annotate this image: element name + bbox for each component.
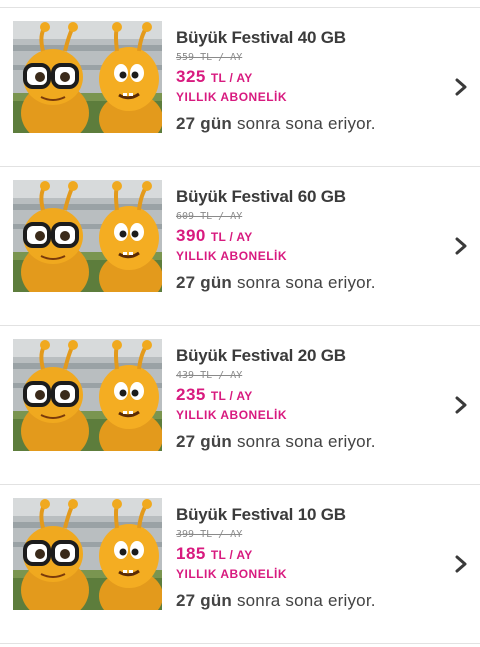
price: 185 [176, 544, 206, 563]
package-info: Büyük Festival 10 GB 399 TL / AY 185 TL /… [176, 505, 446, 611]
package-card[interactable]: Büyük Festival 20 GB 439 TL / AY 235 TL /… [0, 326, 480, 485]
expiry-days: 27 gün [176, 114, 232, 133]
package-title: Büyük Festival 20 GB [176, 346, 346, 365]
price-unit: TL / AY [210, 71, 253, 85]
price-row: 235 TL / AY [176, 384, 446, 407]
expiry-days: 27 gün [176, 432, 232, 451]
package-card[interactable]: Büyük Festival 60 GB 609 TL / AY 390 TL /… [0, 167, 480, 326]
old-price: 439 TL / AY [176, 370, 243, 381]
package-card[interactable]: Büyük Festival 40 GB 559 TL / AY 325 TL /… [0, 8, 480, 167]
package-title: Büyük Festival 60 GB [176, 187, 346, 206]
chevron-right-icon[interactable] [454, 78, 468, 96]
price: 390 [176, 226, 206, 245]
festival-mascot-image [13, 21, 162, 133]
chevron-right-icon[interactable] [454, 237, 468, 255]
package-info: Büyük Festival 20 GB 439 TL / AY 235 TL /… [176, 346, 446, 452]
expiry-days: 27 gün [176, 591, 232, 610]
price-row: 185 TL / AY [176, 543, 446, 566]
festival-mascot-image [13, 339, 162, 451]
price-row: 390 TL / AY [176, 225, 446, 248]
price-unit: TL / AY [210, 548, 253, 562]
expiry-text: 27 gün sonra sona eriyor. [176, 432, 446, 452]
chevron-right-icon[interactable] [454, 555, 468, 573]
package-info: Büyük Festival 60 GB 609 TL / AY 390 TL /… [176, 187, 446, 293]
package-title: Büyük Festival 10 GB [176, 505, 346, 524]
subscription-type: YILLIK ABONELİK [176, 567, 288, 581]
subscription-type: YILLIK ABONELİK [176, 249, 288, 263]
price-unit: TL / AY [210, 389, 253, 403]
expiry-suffix: sonra sona eriyor. [236, 273, 376, 292]
expiry-text: 27 gün sonra sona eriyor. [176, 114, 446, 134]
price-row: 325 TL / AY [176, 66, 446, 89]
package-info: Büyük Festival 40 GB 559 TL / AY 325 TL /… [176, 28, 446, 134]
expiry-text: 27 gün sonra sona eriyor. [176, 273, 446, 293]
price: 235 [176, 385, 206, 404]
expiry-text: 27 gün sonra sona eriyor. [176, 591, 446, 611]
price: 325 [176, 67, 206, 86]
festival-mascot-image [13, 498, 162, 610]
subscription-type: YILLIK ABONELİK [176, 90, 288, 104]
expiry-days: 27 gün [176, 273, 232, 292]
subscription-type: YILLIK ABONELİK [176, 408, 288, 422]
package-list: Büyük Festival 40 GB 559 TL / AY 325 TL /… [0, 0, 480, 647]
expiry-suffix: sonra sona eriyor. [236, 114, 376, 133]
expiry-suffix: sonra sona eriyor. [236, 591, 376, 610]
package-title: Büyük Festival 40 GB [176, 28, 346, 47]
expiry-suffix: sonra sona eriyor. [236, 432, 376, 451]
package-card[interactable]: Büyük Festival 10 GB 399 TL / AY 185 TL /… [0, 485, 480, 644]
old-price: 609 TL / AY [176, 211, 243, 222]
festival-mascot-image [13, 180, 162, 292]
chevron-right-icon[interactable] [454, 396, 468, 414]
old-price: 399 TL / AY [176, 529, 243, 540]
price-unit: TL / AY [210, 230, 253, 244]
old-price: 559 TL / AY [176, 52, 243, 63]
